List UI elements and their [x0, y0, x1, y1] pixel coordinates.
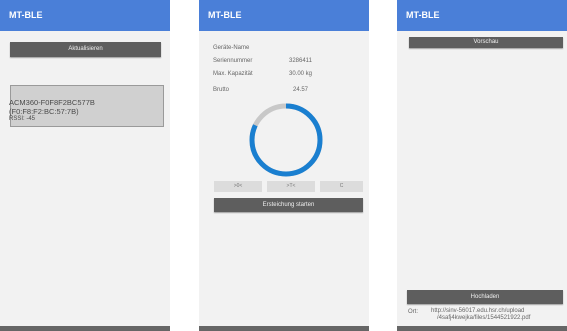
footer-strip	[199, 326, 369, 331]
gross-label: Brutto	[213, 87, 230, 93]
refresh-button[interactable]: Aktualisieren	[10, 42, 161, 57]
app-bar: MT-BLE	[397, 0, 567, 31]
device-list-item[interactable]: ACM360-F0F8F2BC577B (F0:F8:F2:BC:57:7B) …	[9, 85, 164, 127]
calibration-button[interactable]: Ersteichung starten	[214, 198, 363, 212]
device-name: ACM360-F0F8F2BC577B	[9, 98, 95, 107]
serial-value: 3286411	[289, 58, 312, 64]
scale-detail-screen: MT-BLE Geräte-Name Seriennummer 3286411 …	[199, 0, 369, 331]
upload-button[interactable]: Hochladen	[407, 290, 563, 304]
footer-strip	[397, 326, 567, 331]
preview-button[interactable]: Vorschau	[409, 37, 563, 48]
device-name-label: Geräte-Name	[213, 45, 250, 51]
device-rssi: RSSI: -45	[9, 116, 36, 122]
app-bar: MT-BLE	[0, 0, 170, 31]
serial-label: Seriennummer	[213, 58, 253, 64]
location-url-line1[interactable]: http://sinv-56017.edu.hsr.ch/upload	[431, 308, 524, 315]
location-label: Ort:	[408, 309, 418, 315]
app-title: MT-BLE	[9, 10, 43, 20]
app-title: MT-BLE	[406, 10, 440, 20]
clear-button[interactable]: C	[320, 181, 363, 192]
zero-button[interactable]: >0<	[214, 181, 262, 192]
preview-upload-screen: MT-BLE Vorschau Hochladen Ort: http://si…	[397, 0, 567, 331]
footer-strip	[0, 326, 170, 331]
tare-button[interactable]: >T<	[267, 181, 315, 192]
capacity-value: 30.00 kg	[289, 71, 313, 77]
gross-value: 24.57	[293, 87, 309, 93]
device-list-screen: MT-BLE Aktualisieren ACM360-F0F8F2BC577B…	[0, 0, 170, 331]
weight-gauge	[249, 103, 323, 177]
location-url-line2[interactable]: /4safj4kwejka/files/1544521922.pdf	[437, 315, 530, 322]
device-address: (F0:F8:F2:BC:57:7B)	[9, 107, 79, 116]
app-title: MT-BLE	[208, 10, 242, 20]
app-bar: MT-BLE	[199, 0, 369, 31]
capacity-label: Max. Kapazität	[213, 71, 253, 77]
